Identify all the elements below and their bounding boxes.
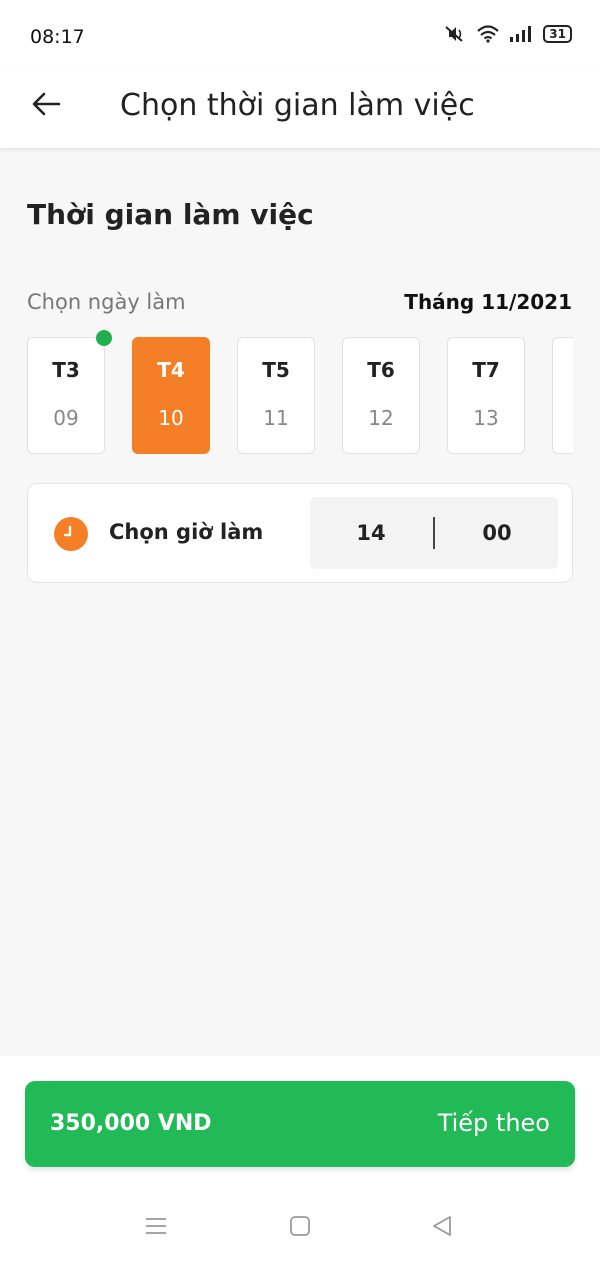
- signal-icon: [509, 25, 533, 43]
- day-card-t7[interactable]: T7 13: [447, 337, 525, 454]
- time-picker[interactable]: 14 00: [310, 497, 558, 569]
- section-title: Thời gian làm việc: [27, 198, 314, 231]
- price-label: 350,000 VND: [50, 1111, 212, 1136]
- day-number: 10: [158, 406, 184, 430]
- day-card-t4[interactable]: T4 10: [132, 337, 210, 454]
- status-bar: 08:17 31: [0, 0, 600, 72]
- day-number: 09: [53, 406, 79, 430]
- day-number: 12: [368, 406, 394, 430]
- battery-icon: 31: [543, 25, 572, 43]
- day-card-t3[interactable]: T3 09: [27, 337, 105, 454]
- time-label: Chọn giờ làm: [109, 520, 264, 544]
- system-nav-bar: [0, 1196, 600, 1266]
- home-icon[interactable]: [280, 1206, 320, 1246]
- clock-icon: [54, 517, 88, 551]
- day-weekday: T3: [52, 358, 80, 382]
- day-weekday: T6: [367, 358, 395, 382]
- wifi-icon: [477, 25, 500, 43]
- status-time: 08:17: [30, 26, 85, 48]
- day-number: 13: [473, 406, 499, 430]
- app-bar: Chọn thời gian làm việc: [0, 72, 600, 148]
- day-card-t6[interactable]: T6 12: [342, 337, 420, 454]
- back-button[interactable]: [24, 84, 68, 128]
- month-label: Tháng 11/2021: [404, 290, 572, 314]
- back-triangle-icon[interactable]: [422, 1206, 462, 1246]
- day-weekday: T7: [472, 358, 500, 382]
- menu-icon[interactable]: [136, 1206, 176, 1246]
- time-divider: [433, 517, 435, 549]
- day-card-partial[interactable]: [552, 337, 573, 454]
- arrow-left-icon: [31, 91, 61, 121]
- date-label: Chọn ngày làm: [27, 290, 186, 314]
- minute-value[interactable]: 00: [436, 497, 558, 569]
- day-weekday: T4: [157, 358, 185, 382]
- day-number: 11: [263, 406, 289, 430]
- time-card: Chọn giờ làm 14 00: [27, 483, 573, 583]
- page-title: Chọn thời gian làm việc: [120, 88, 475, 123]
- today-indicator-dot: [96, 330, 112, 346]
- day-card-t5[interactable]: T5 11: [237, 337, 315, 454]
- next-button[interactable]: 350,000 VND Tiếp theo: [25, 1081, 575, 1167]
- day-weekday: T5: [262, 358, 290, 382]
- mute-icon: [443, 24, 467, 44]
- day-strip: T3 09 T4 10 T5 11 T6 12 T7 13: [27, 337, 573, 455]
- hour-value[interactable]: 14: [310, 497, 432, 569]
- status-icons: 31: [443, 24, 572, 44]
- next-label: Tiếp theo: [437, 1109, 550, 1137]
